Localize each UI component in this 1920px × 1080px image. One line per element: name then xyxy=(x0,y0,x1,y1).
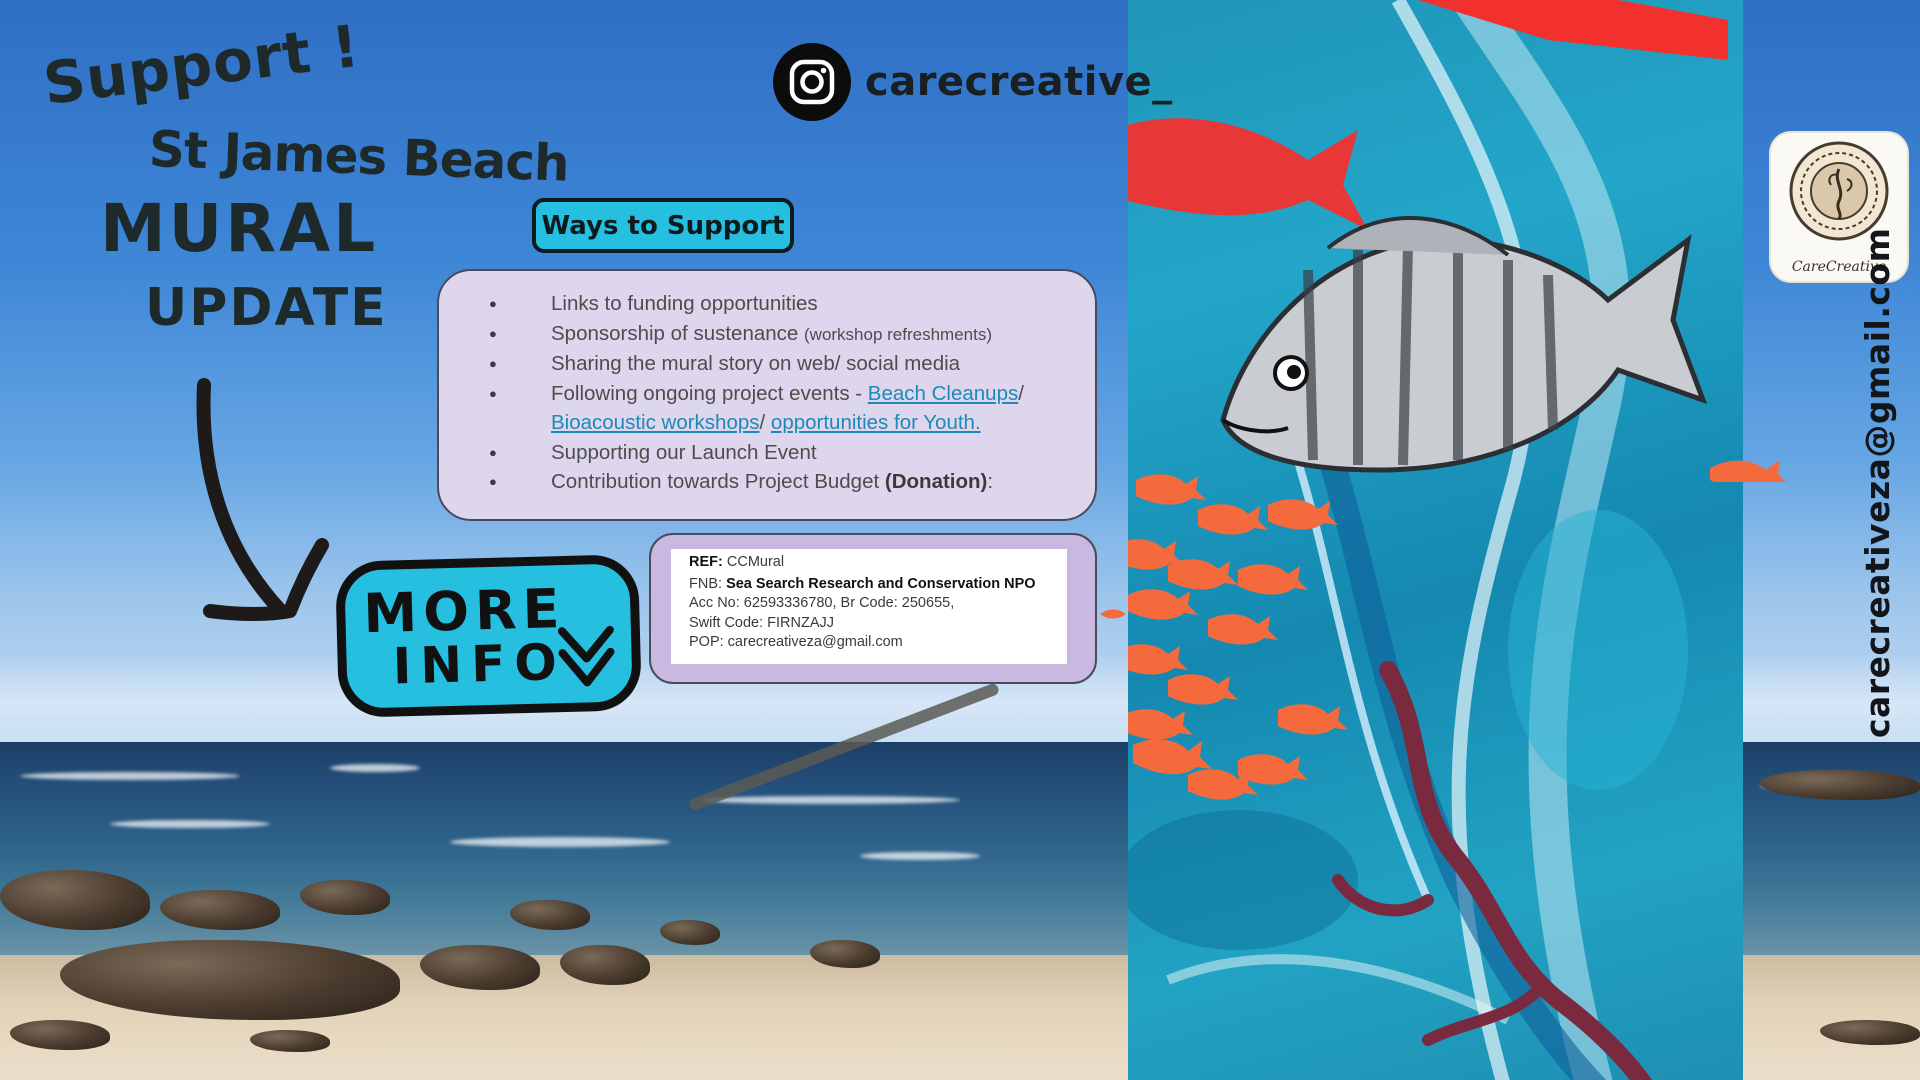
instagram-icon xyxy=(773,43,851,121)
list-item: Following ongoing project events - Beach… xyxy=(489,379,1071,438)
list-item: Contribution towards Project Budget (Don… xyxy=(489,467,1071,497)
contact-email-vertical[interactable]: carecreativeza@gmail.com xyxy=(1858,228,1897,738)
support-list-box: Links to funding opportunities Sponsorsh… xyxy=(437,269,1097,521)
instagram-handle-block[interactable]: carecreative_ xyxy=(773,42,1173,122)
headline-update: UPDATE xyxy=(145,278,388,338)
list-item: Sharing the mural story on web/ social m… xyxy=(489,349,1071,379)
headline-mural: MURAL xyxy=(100,190,379,267)
more-info-button[interactable]: MORE INFO xyxy=(335,554,642,718)
bank-details-card: REF: CCMural FNB: Sea Search Research an… xyxy=(671,549,1067,664)
beach-cleanups-link[interactable]: Beach Cleanups xyxy=(868,382,1018,405)
grey-fish xyxy=(1220,216,1708,473)
double-chevron-down-icon xyxy=(557,625,615,687)
orange-fish xyxy=(1100,609,1126,619)
list-item: Links to funding opportunities xyxy=(489,289,1071,319)
bank-details-frame: REF: CCMural FNB: Sea Search Research an… xyxy=(649,533,1097,684)
mural-artwork xyxy=(1128,0,1743,1080)
orange-fish xyxy=(1710,460,1786,482)
bank-account-line: Acc No: 62593336780, Br Code: 250655, xyxy=(689,595,955,611)
list-item: Supporting our Launch Event xyxy=(489,438,1071,468)
down-arrow-icon xyxy=(196,378,329,621)
bank-pop-line: POP: carecreativeza@gmail.com xyxy=(689,634,903,650)
youth-opportunities-link[interactable]: opportunities for Youth. xyxy=(771,411,981,434)
instagram-handle: carecreative_ xyxy=(865,59,1173,105)
bioacoustic-workshops-link[interactable]: Bioacoustic workshops xyxy=(551,411,760,434)
more-info-label-line2: INFO xyxy=(392,632,567,696)
support-list: Links to funding opportunities Sponsorsh… xyxy=(489,289,1071,497)
mural-painting xyxy=(1128,0,1728,1080)
bank-name-line: FNB: Sea Search Research and Conservatio… xyxy=(689,575,1036,592)
bank-ref-line: REF: CCMural xyxy=(689,554,785,570)
ways-to-support-badge: Ways to Support xyxy=(532,198,794,253)
bank-swift-line: Swift Code: FIRNZAJJ xyxy=(689,614,835,631)
list-item: Sponsorship of sustenance (workshop refr… xyxy=(489,319,1071,350)
orange-fish-school xyxy=(1128,474,1348,800)
